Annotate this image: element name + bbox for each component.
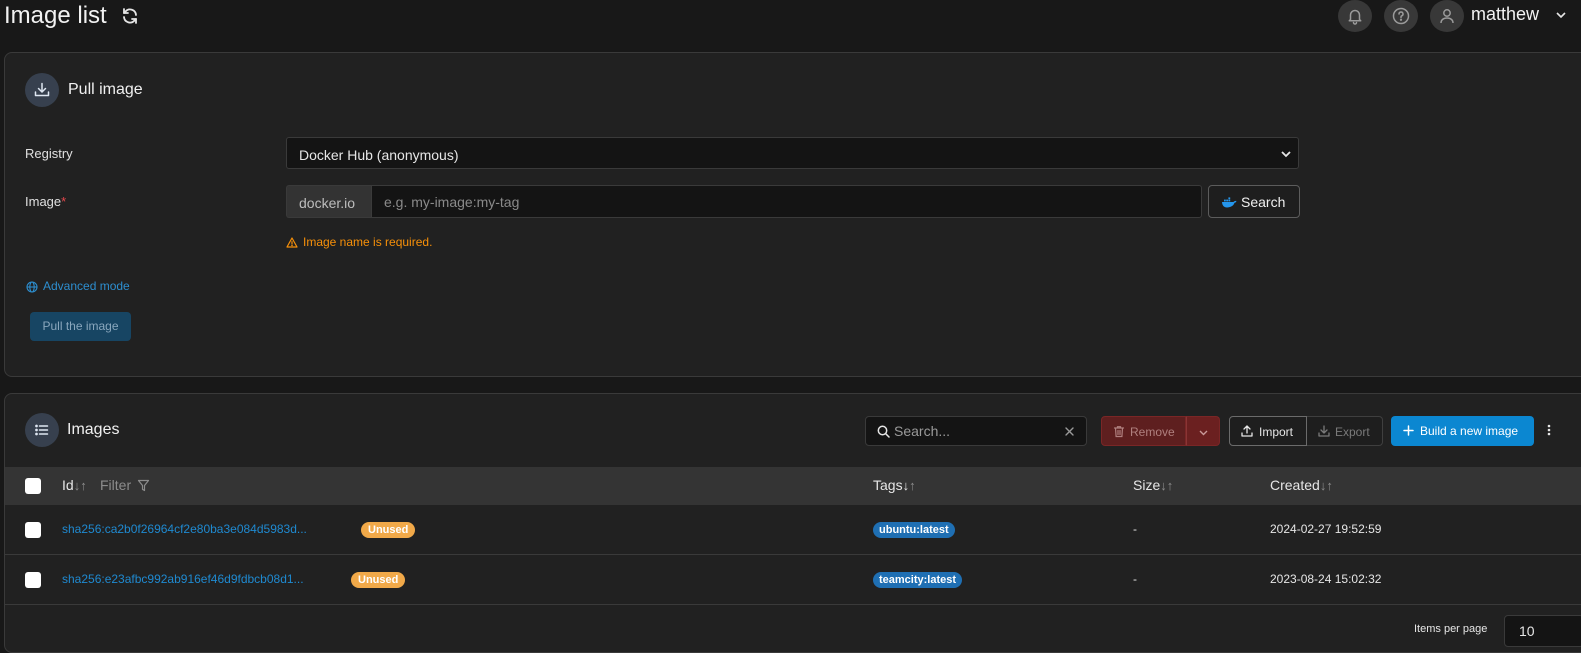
filter-icon [137,479,150,492]
registry-select-value: Docker Hub (anonymous) [299,147,459,163]
column-id-label: Id [62,477,74,493]
size-cell: - [1133,572,1137,586]
close-icon[interactable] [1064,426,1075,437]
plus-icon [1403,425,1414,436]
created-cell: 2023-08-24 15:02:32 [1270,572,1382,586]
row-checkbox[interactable] [25,522,41,538]
search-image-label: Search [1241,194,1286,210]
items-per-page-label: Items per page [1414,623,1488,635]
docker-whale-icon [1221,196,1237,208]
globe-icon [26,281,38,293]
column-size[interactable]: Size↓↑ [1133,477,1173,493]
page-header: Image list matthew [0,0,1581,34]
items-per-page-select[interactable]: 10 [1504,615,1581,647]
registry-label: Registry [25,146,73,161]
filter-label: Filter [100,477,132,493]
images-panel: Images Remove Import [4,393,1581,653]
column-created-label: Created [1270,477,1320,493]
registry-select[interactable]: Docker Hub (anonymous) [286,137,1299,169]
sort-icon: ↓↑ [73,478,87,493]
images-icon-wrap [25,413,59,447]
select-all-checkbox[interactable] [25,478,41,494]
image-id-link[interactable]: sha256:ca2b0f26964cf2e80ba3e084d5983d... [62,522,307,536]
import-label: Import [1259,425,1294,439]
list-icon [33,421,51,439]
row-checkbox[interactable] [25,572,41,588]
table-header: Id↓↑ Filter Tags↓↑ Size↓↑ Created↓↑ [5,467,1581,505]
warning-icon [286,237,298,248]
validation-error-text: Image name is required. [303,235,433,249]
images-search[interactable] [865,416,1087,446]
trash-icon [1113,425,1125,438]
advanced-mode-label: Advanced mode [43,279,130,293]
search-image-button[interactable]: Search [1208,185,1300,218]
chevron-down-icon [1198,427,1209,438]
page-title: Image list [4,2,107,29]
image-label: Image* [25,194,66,209]
tag-badge: teamcity:latest [873,572,963,588]
export-label: Export [1335,425,1370,439]
chevron-down-icon [1280,148,1292,160]
upload-icon [1240,424,1254,438]
id-filter[interactable]: Filter [100,477,150,493]
refresh-icon[interactable] [120,6,140,26]
download-icon [33,81,51,99]
images-title: Images [67,421,120,438]
remove-button[interactable]: Remove [1101,416,1186,446]
pull-image-title: Pull image [68,81,143,98]
bell-icon [1346,7,1364,25]
column-size-label: Size [1133,477,1161,493]
remove-options-button[interactable] [1186,416,1220,446]
pull-image-panel: Pull image Registry Docker Hub (anonymou… [4,52,1581,377]
image-input[interactable] [371,185,1202,218]
import-button[interactable]: Import [1229,416,1307,446]
chevron-down-icon[interactable] [1555,9,1567,21]
image-id-link[interactable]: sha256:e23afbc992ab916ef46d9fdbcb08d1... [62,572,304,586]
user-icon [1438,7,1456,25]
sort-icon: ↓↑ [1160,478,1174,493]
help-button[interactable] [1384,0,1418,32]
remove-label: Remove [1130,425,1175,439]
pull-image-icon-wrap [25,73,59,107]
table-row: sha256:e23afbc992ab916ef46d9fdbcb08d1...… [5,555,1581,605]
image-label-text: Image [25,194,62,209]
user-menu-button[interactable] [1430,0,1464,32]
kebab-icon[interactable] [1545,423,1553,437]
help-icon [1392,7,1410,25]
created-cell: 2024-02-27 19:52:59 [1270,522,1382,536]
pull-image-button[interactable]: Pull the image [30,312,131,341]
items-per-page-value: 10 [1519,623,1535,639]
registry-prefix: docker.io [286,185,372,218]
status-badge: Unused [351,572,406,588]
required-mark: * [61,194,67,209]
table-row: sha256:ca2b0f26964cf2e80ba3e084d5983d...… [5,505,1581,555]
column-created[interactable]: Created↓↑ [1270,477,1333,493]
build-image-button[interactable]: Build a new image [1391,416,1534,446]
export-button[interactable]: Export [1307,416,1383,446]
notifications-button[interactable] [1338,0,1372,32]
search-icon [877,425,890,438]
status-badge: Unused [361,522,416,538]
column-tags-label: Tags [873,477,903,493]
build-image-label: Build a new image [1420,424,1519,438]
sort-icon: ↓↑ [1319,478,1333,493]
sort-icon: ↓↑ [902,478,916,493]
tag-badge: ubuntu:latest [873,522,955,538]
size-cell: - [1133,522,1137,536]
column-id[interactable]: Id↓↑ [62,477,87,493]
username[interactable]: matthew [1471,4,1539,25]
download-icon [1317,424,1331,438]
images-search-input[interactable] [894,417,1054,445]
column-tags[interactable]: Tags↓↑ [873,477,916,493]
